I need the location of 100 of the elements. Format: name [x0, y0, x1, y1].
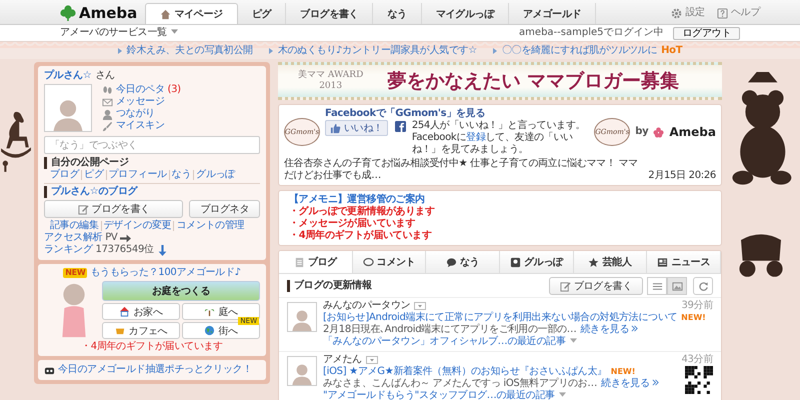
nav-tab[interactable]: ピグ — [238, 3, 286, 24]
logout-button[interactable]: ログアウト — [673, 26, 740, 40]
list-icon — [652, 280, 662, 292]
bullet-arrow-icon — [118, 48, 122, 54]
blog-manage-link[interactable]: コメントの管理 — [176, 220, 244, 232]
ticker-link[interactable]: 〇〇を綺麗にすれば肌がツルツルに HoT — [492, 44, 682, 56]
chevron-right-icon — [630, 325, 638, 332]
public-page-link[interactable]: なう — [172, 169, 192, 181]
dropdown-icon[interactable] — [366, 356, 378, 364]
write-blog-button[interactable]: ブログを書く — [548, 277, 643, 295]
honorific-text: さん — [95, 70, 115, 82]
logo-text[interactable]: Ameba — [79, 7, 138, 19]
award-banner[interactable]: 美ママ AWARD 2013 夢をかなえたい ママブロガー募集 — [278, 62, 722, 100]
post-title-link[interactable]: [iOS] ★アメG★新着案件（無料）のお知らせ『おさいふぱん太』 — [323, 366, 607, 377]
profile-link[interactable]: 今日のペタ (3) — [102, 84, 181, 96]
write-blog-button[interactable]: ブログを書く — [44, 200, 184, 218]
read-more-link[interactable]: 続きを見る — [580, 324, 629, 335]
post-title-link[interactable]: [お知らせ]Android端末にて正常にアプリを利用出来ない場合の対処方法について — [323, 312, 678, 323]
now-post-field[interactable]: 「なう」でつぶやく — [44, 136, 260, 154]
lottery-link[interactable]: 今日のアメゴールド抽選ポチっとクリック！ — [58, 364, 252, 376]
help-link[interactable]: ヘルプ — [716, 7, 760, 19]
list-view-button[interactable] — [647, 277, 667, 295]
blog-neta-button[interactable]: ブログネタ — [189, 200, 260, 218]
arrow-down-icon — [156, 244, 168, 256]
image-view-button[interactable] — [667, 277, 687, 295]
chevron-right-icon — [652, 379, 659, 386]
settings-link[interactable]: 設定 — [671, 7, 705, 19]
news-headline-link[interactable]: 住谷杏奈さんの子育てお悩み相談受付中★ 仕事と子育ての両立に悩むママ！ ママだけどお仕事でも成… — [284, 158, 642, 182]
nav-tab[interactable]: なう — [373, 3, 422, 24]
banner-headline: 夢をかなえたい ママブロガー募集 — [387, 70, 679, 92]
garden-button[interactable]: お庭をつくる — [102, 281, 260, 301]
notice-link[interactable]: ・4周年のギフトが届いています — [289, 230, 711, 242]
caret-icon — [170, 29, 178, 34]
feed-tab[interactable]: グルっぽ — [500, 251, 574, 273]
public-page-link[interactable]: ピグ — [84, 169, 104, 181]
thumbs-up-icon — [330, 122, 341, 134]
pencil-note-icon — [560, 280, 571, 292]
post-time: 39分前 — [681, 300, 713, 312]
profile-link[interactable]: メッセージ — [102, 96, 181, 108]
home-icon — [160, 8, 172, 20]
profile-link[interactable]: マイスキン — [102, 120, 181, 132]
dropdown-icon[interactable] — [414, 302, 426, 310]
author-avatar[interactable] — [287, 302, 317, 332]
caret-icon — [570, 338, 577, 343]
profile-link[interactable]: つながり — [102, 108, 181, 120]
login-status: ameba--sample5でログイン中 — [519, 27, 664, 39]
destination-button[interactable]: 街へ — [182, 322, 260, 339]
user-name-link[interactable]: プルさん☆ — [44, 70, 92, 82]
recent-posts-link[interactable]: 「みんなのパータウン」オフィシャルブ…の最近の記事 — [323, 336, 566, 347]
notice-link[interactable]: ・グルっぽで更新情報があります — [289, 206, 711, 218]
nav-tab[interactable]: アメゴールド — [509, 3, 596, 24]
arrow-right-icon — [120, 232, 132, 244]
like-button[interactable]: いいね！ — [325, 120, 388, 136]
feed-tab[interactable]: コメント — [352, 251, 426, 273]
house-icon — [119, 306, 130, 317]
ranking-link[interactable]: ランキング — [44, 244, 93, 256]
count-text: (3) — [168, 84, 181, 96]
nav-tab[interactable]: マイページ — [145, 3, 238, 24]
pencil-note-icon — [78, 204, 89, 214]
blog-manage-link[interactable]: デザインの変更 — [104, 220, 172, 232]
flower-icon — [653, 126, 664, 138]
feed-tab[interactable]: 芸能人 — [574, 251, 648, 273]
destination-button[interactable]: カフェへ — [102, 322, 180, 339]
author-name-link[interactable]: みんなのパータウン — [323, 300, 410, 312]
destination-button[interactable]: お家へ — [102, 303, 180, 320]
notice-link[interactable]: ・メッセージが届いています — [289, 218, 711, 230]
register-link[interactable]: 登録 — [466, 132, 486, 143]
notice-title-link[interactable]: 【アメモニ】運営移管のご案内 — [289, 194, 711, 206]
reward-headline-link[interactable]: もうもらった？100アメゴールド♪ — [90, 267, 241, 279]
star-icon — [588, 256, 600, 268]
post-time: 43分前 — [681, 354, 713, 366]
read-more-link[interactable]: 続きを見る — [601, 378, 650, 389]
author-name-link[interactable]: アメたん — [323, 354, 362, 366]
facebook-page-link[interactable]: Facebookで「GGmom's」を見る — [325, 108, 590, 120]
author-avatar[interactable] — [287, 356, 317, 386]
public-page-link[interactable]: ブログ — [50, 169, 80, 181]
bullet-arrow-icon — [268, 48, 273, 54]
person-card-icon — [510, 256, 521, 268]
refresh-button[interactable] — [693, 277, 713, 295]
nav-tab[interactable]: マイグルっぽ — [422, 3, 510, 24]
hot-label: HoT — [661, 44, 682, 56]
services-menu[interactable]: アメーバのサービス一覧 — [60, 27, 178, 39]
bullet-arrow-icon — [492, 48, 497, 54]
caret-icon — [558, 392, 566, 397]
gift-notice-link[interactable]: ・4周年のギフトが届いています — [44, 341, 260, 353]
access-analysis-link[interactable]: アクセス解析 — [44, 232, 102, 244]
ticker-link[interactable]: 鈴木えみ、夫との写真初公開 — [118, 44, 253, 56]
nav-tab[interactable]: ブログを書く — [286, 3, 374, 24]
profile-avatar[interactable] — [44, 84, 92, 132]
feed-tab[interactable]: ブログ — [279, 251, 353, 273]
public-page-link[interactable]: プロフィール — [108, 169, 167, 181]
ticker-link[interactable]: 木のぬくもり♪カントリー調家具が人気です☆ — [268, 44, 477, 56]
feed-tab[interactable]: ニュース — [647, 251, 721, 273]
recent-posts-link[interactable]: "アメゴールドもらう"スタッフブログ…の最近の記事 — [323, 390, 555, 400]
newspaper-icon — [657, 256, 668, 268]
blog-manage-link[interactable]: 記事の編集 — [50, 220, 99, 232]
public-page-link[interactable]: グルっぽ — [196, 169, 235, 181]
award-year: 2013 — [319, 81, 342, 92]
feed-tab[interactable]: なう — [426, 251, 500, 273]
post-excerpt: みなさま、こんばんわ～ アメたんですっ iOS無料アプリのお… — [323, 378, 598, 389]
